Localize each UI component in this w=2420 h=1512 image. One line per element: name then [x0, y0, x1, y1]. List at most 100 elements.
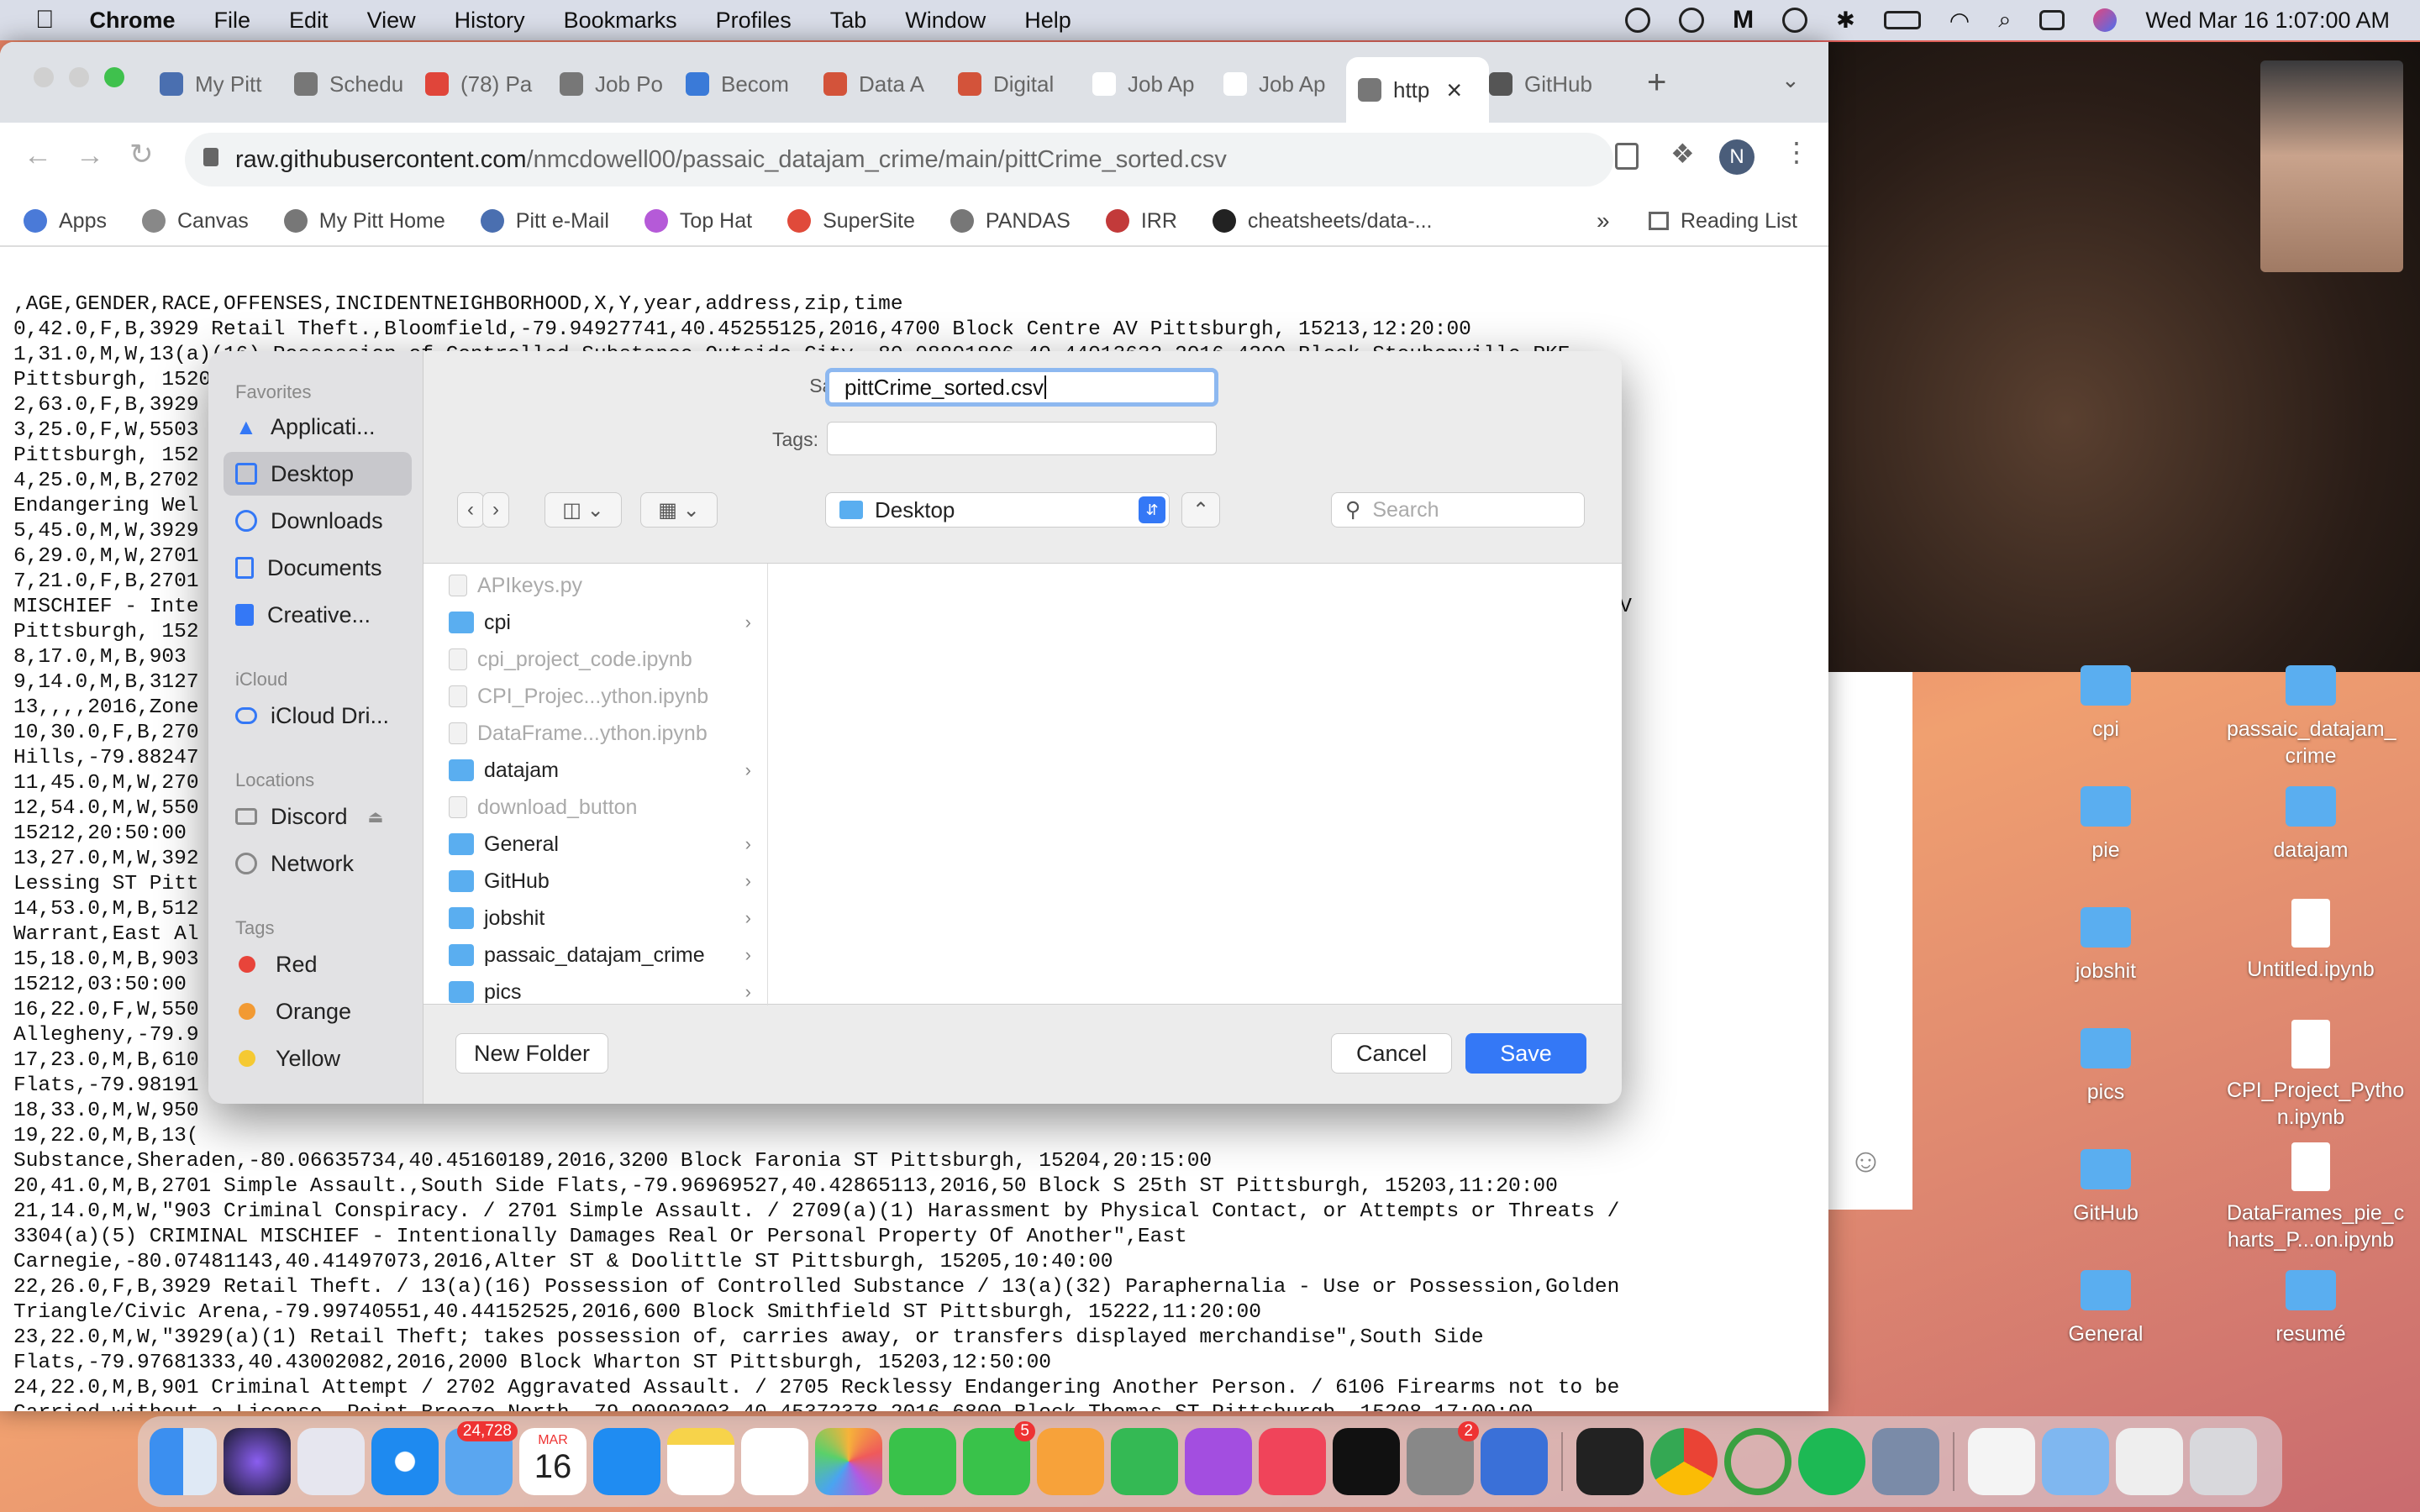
tab-5[interactable]: Data A	[823, 57, 933, 111]
folder-row[interactable]: GitHub ›	[449, 863, 760, 900]
emoji-icon[interactable]: ☺	[1849, 1142, 1883, 1180]
sync-icon[interactable]	[1679, 8, 1705, 33]
window-close-button[interactable]	[34, 67, 54, 87]
tags-input[interactable]	[827, 422, 1217, 455]
sidebar-item-applications[interactable]: ▲ Applicati...	[224, 405, 412, 449]
bookmark-item[interactable]: Apps	[24, 209, 107, 234]
finder-icon[interactable]	[150, 1428, 217, 1495]
control-center-icon[interactable]	[2039, 10, 2065, 30]
folder-row[interactable]: jobshit ›	[449, 900, 760, 937]
sidebar-item-discord[interactable]: Discord ⏏	[224, 795, 412, 838]
desktop-icon-9[interactable]: DataFrames_pie_c harts_P...on.ipynb	[2227, 1142, 2404, 1253]
desktop-icon-6[interactable]: pics	[2022, 1028, 2190, 1105]
lock-icon[interactable]	[203, 148, 218, 166]
terminal-icon[interactable]	[1576, 1428, 1644, 1495]
siri-icon[interactable]	[224, 1428, 291, 1495]
desktop-icon-3[interactable]: datajam	[2227, 786, 2395, 864]
desktop-icon-7[interactable]: CPI_Project_Pytho n.ipynb	[2227, 1020, 2404, 1131]
battery-icon[interactable]	[1883, 11, 1921, 29]
spotify-icon[interactable]	[1798, 1428, 1865, 1495]
address-bar[interactable]: raw.githubusercontent.com/nmcdowell00/pa…	[185, 133, 1613, 186]
tab-0[interactable]: My Pitt	[160, 57, 269, 111]
save-button[interactable]: Save	[1465, 1033, 1586, 1074]
apple-icon[interactable]: 	[35, 6, 55, 34]
tab-6[interactable]: Digital	[958, 57, 1067, 111]
play-icon[interactable]	[1782, 8, 1808, 33]
app-menu[interactable]: Chrome	[90, 8, 176, 34]
menu-profiles[interactable]: Profiles	[716, 8, 792, 34]
profile-avatar[interactable]: N	[1719, 139, 1754, 175]
desktop-icon-11[interactable]: resumé	[2227, 1270, 2395, 1347]
new-folder-button[interactable]: New Folder	[455, 1033, 608, 1074]
sidebar-tag-yellow[interactable]: Yellow	[224, 1037, 412, 1080]
folder-row[interactable]: General ›	[449, 826, 760, 863]
xquartz-icon[interactable]	[1481, 1428, 1548, 1495]
reader-icon[interactable]	[1615, 143, 1639, 170]
search-input[interactable]: ⚲ Search	[1331, 492, 1585, 528]
system-preferences-icon[interactable]: 2	[1407, 1421, 1479, 1495]
reload-icon[interactable]: ↻	[129, 138, 154, 171]
menu-tab[interactable]: Tab	[830, 8, 867, 34]
reading-list-button[interactable]: Reading List	[1649, 209, 1797, 234]
desktop-icon-10[interactable]: General	[2022, 1270, 2190, 1347]
menu-window[interactable]: Window	[905, 8, 986, 34]
app-store-icon[interactable]	[593, 1428, 660, 1495]
malwarebytes-icon[interactable]: M	[1733, 6, 1754, 34]
desktop-icon-2[interactable]: pie	[2022, 786, 2190, 864]
wifi-icon[interactable]: ◠	[1949, 7, 1970, 34]
nav-back-button[interactable]: ‹	[457, 492, 484, 528]
facetime-icon[interactable]: 5	[963, 1421, 1035, 1495]
new-tab-button[interactable]: +	[1647, 64, 1666, 102]
menubar-clock[interactable]: Wed Mar 16 1:07:00 AM	[2145, 8, 2390, 34]
menu-help[interactable]: Help	[1024, 8, 1071, 34]
desktop-icon-8[interactable]: GitHub	[2022, 1149, 2190, 1226]
location-select[interactable]: Desktop ⇵	[825, 492, 1170, 528]
window-minimize-button[interactable]	[69, 67, 89, 87]
tab-1[interactable]: Schedu	[294, 57, 403, 111]
sidebar-tag-red[interactable]: Red	[224, 942, 412, 986]
activity-ring-icon[interactable]	[1724, 1428, 1791, 1495]
menu-history[interactable]: History	[455, 8, 525, 34]
bookmark-item[interactable]: My Pitt Home	[283, 209, 445, 234]
menu-edit[interactable]: Edit	[289, 8, 329, 34]
chrome-menu-icon[interactable]: ⋮	[1783, 136, 1810, 168]
tab-3[interactable]: Job Po	[560, 57, 669, 111]
folder-row[interactable]: pics ›	[449, 974, 760, 1005]
sidebar-item-network[interactable]: Network	[224, 842, 412, 885]
collapse-button[interactable]: ⌃	[1181, 492, 1220, 528]
sidebar-tag-orange[interactable]: Orange	[224, 990, 412, 1033]
creative-cloud-icon[interactable]	[1625, 8, 1651, 33]
messages-icon[interactable]	[889, 1428, 956, 1495]
desktop-icon-4[interactable]: jobshit	[2022, 907, 2190, 984]
pages-icon[interactable]	[1037, 1428, 1104, 1495]
calendar-icon[interactable]: MAR 16	[519, 1428, 587, 1495]
launchpad-icon[interactable]	[297, 1428, 365, 1495]
folder-row[interactable]: cpi ›	[449, 604, 760, 641]
desktop-icon-0[interactable]: cpi	[2022, 665, 2190, 743]
chrome-icon[interactable]	[1650, 1428, 1718, 1495]
bookmark-item[interactable]: Pitt e-Mail	[480, 209, 609, 234]
bookmark-item[interactable]: Top Hat	[644, 209, 752, 234]
safari-icon[interactable]	[371, 1428, 439, 1495]
tab-7[interactable]: Job Ap	[1092, 57, 1202, 111]
bookmark-item[interactable]: cheatsheets/data-...	[1212, 209, 1433, 234]
self-view-thumbnail[interactable]	[2260, 60, 2403, 272]
tab-10[interactable]: GitHub	[1489, 57, 1598, 111]
reminders-icon[interactable]	[741, 1428, 808, 1495]
tab-8[interactable]: Job Ap	[1223, 57, 1333, 111]
sidebar-item-documents[interactable]: Documents	[224, 546, 412, 590]
tv-icon[interactable]	[1333, 1428, 1400, 1495]
trash-icon[interactable]	[2190, 1428, 2257, 1495]
window-zoom-button[interactable]	[104, 67, 124, 87]
mail-icon[interactable]: 24,728	[445, 1421, 518, 1495]
bookmark-item[interactable]: IRR	[1105, 209, 1177, 234]
bookmark-item[interactable]: SuperSite	[787, 209, 915, 234]
tab-9[interactable]: http ×	[1346, 57, 1489, 123]
filename-input[interactable]: pittCrime_sorted.csv	[825, 368, 1218, 407]
sidebar-item-creative[interactable]: Creative...	[224, 593, 412, 637]
back-icon[interactable]: ←	[24, 139, 52, 172]
nav-forward-button[interactable]: ›	[482, 492, 509, 528]
bluetooth-icon[interactable]: ✱	[1836, 8, 1855, 34]
menu-view[interactable]: View	[367, 8, 416, 34]
docx-file-icon[interactable]	[1968, 1428, 2035, 1495]
